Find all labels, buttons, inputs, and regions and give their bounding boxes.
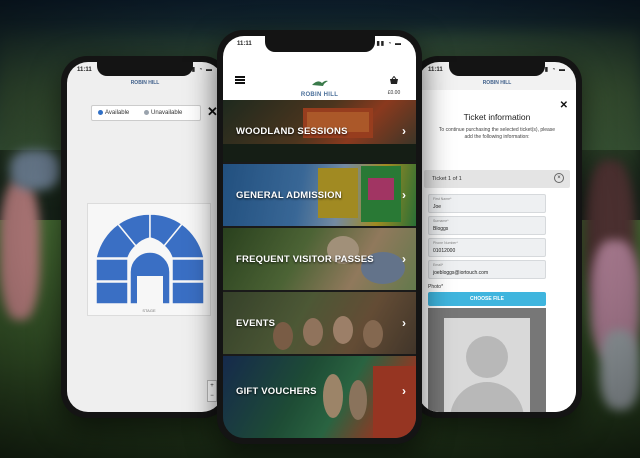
avatar-head-icon — [466, 336, 508, 378]
seat-section[interactable] — [171, 258, 205, 282]
menu-screen: 11:11 ▮▮ ◔ ▬ ROBIN HILL £0.00 WOODLAND S… — [223, 36, 416, 438]
surname-field[interactable]: Surname* Bloggs — [428, 216, 546, 235]
stage-area — [137, 276, 163, 304]
menu-item-label: GENERAL ADMISSION — [236, 190, 342, 201]
basket-button[interactable]: £0.00 — [382, 72, 406, 96]
avatar-body-icon — [450, 382, 524, 412]
bird-logo-icon — [311, 80, 328, 86]
brand-logo: ROBIN HILL — [472, 80, 522, 86]
chevron-right-icon: › — [402, 252, 406, 266]
phone-number-value: 01012000 — [433, 248, 456, 254]
status-time: 11:11 — [77, 67, 92, 73]
menu-item-events[interactable]: EVENTS › — [223, 292, 416, 354]
brand-logo[interactable]: ROBIN HILL — [290, 74, 350, 98]
unavailable-dot-icon — [144, 110, 149, 115]
app-header: ROBIN HILL £0.00 — [223, 52, 416, 100]
menu-item-label: WOODLAND SESSIONS — [236, 126, 348, 137]
chevron-right-icon: › — [402, 384, 406, 398]
brand-logo: ROBIN HILL — [120, 80, 170, 86]
menu-item-general-admission[interactable]: GENERAL ADMISSION › — [223, 164, 416, 226]
email-label: Email* — [433, 263, 444, 267]
phone-seating-plan: 11:11 ▮▮ ◔ ▬ ROBIN HILL Available Unavai… — [61, 56, 229, 418]
seat-map-svg — [95, 213, 205, 305]
surname-value: Bloggs — [433, 226, 449, 232]
seating-screen: 11:11 ▮▮ ◔ ▬ ROBIN HILL Available Unavai… — [67, 62, 223, 412]
chevron-right-icon: › — [402, 124, 406, 138]
photo-preview — [428, 308, 546, 412]
close-icon[interactable]: ✕ — [560, 100, 568, 111]
zoom-out-button[interactable]: − — [208, 391, 216, 401]
chevron-right-icon: › — [402, 188, 406, 202]
legend-unavailable: Unavailable — [144, 110, 182, 116]
zoom-control[interactable]: + − — [207, 380, 217, 402]
seat-legend: Available Unavailable — [91, 105, 201, 121]
menu-item-gift-vouchers[interactable]: GIFT VOUCHERS › — [223, 356, 416, 438]
phone-notch — [449, 62, 545, 76]
menu-item-frequent-visitor-passes[interactable]: FREQUENT VISITOR PASSES › — [223, 228, 416, 290]
seat-section[interactable] — [95, 258, 129, 282]
phone-main-menu: 11:11 ▮▮ ◔ ▬ ROBIN HILL £0.00 WOODLAND S… — [217, 30, 422, 444]
ticket-form: ✕ Ticket information To continue purchas… — [418, 90, 576, 412]
menu-icon[interactable] — [235, 76, 245, 84]
brand-logo-text: ROBIN HILL — [130, 80, 160, 86]
menu-item-label: EVENTS — [236, 318, 276, 329]
ticket-label: Ticket 1 of 1 — [432, 176, 462, 182]
form-title: Ticket information — [463, 112, 531, 122]
remove-ticket-icon[interactable]: × — [554, 173, 564, 183]
brand-name: ROBIN HILL — [300, 92, 339, 98]
zoom-in-button[interactable]: + — [208, 381, 216, 391]
phone-notch — [264, 36, 375, 52]
ticket-screen: 11:11 ▮▮ ◔ ▬ ROBIN HILL ✕ Ticket informa… — [418, 62, 576, 412]
email-value: joebloggs@iortouch.com — [433, 270, 489, 276]
basket-total: £0.00 — [387, 90, 401, 96]
phone-ticket-info: 11:11 ▮▮ ◔ ▬ ROBIN HILL ✕ Ticket informa… — [412, 56, 582, 418]
phone-notch — [97, 62, 193, 76]
menu-item-woodland-sessions[interactable]: WOODLAND SESSIONS › — [223, 100, 416, 162]
phone-number-label: Phone Number* — [433, 241, 458, 245]
seat-section[interactable] — [171, 281, 205, 305]
legend-unavailable-label: Unavailable — [151, 110, 183, 116]
legend-available: Available — [98, 110, 129, 116]
brand-logo-text: ROBIN HILL — [482, 80, 512, 86]
seat-section[interactable] — [95, 281, 129, 305]
email-field[interactable]: Email* joebloggs@iortouch.com — [428, 260, 546, 279]
first-name-value: Joe — [433, 204, 442, 210]
stage-label: STAGE — [142, 308, 156, 313]
form-description: To continue purchasing the selected tick… — [438, 127, 556, 140]
available-dot-icon — [98, 110, 103, 115]
photo-label: Photo* — [428, 284, 444, 290]
seat-map: STAGE — [87, 203, 211, 316]
menu-item-label: FREQUENT VISITOR PASSES — [236, 254, 374, 265]
ticket-selector[interactable]: Ticket 1 of 1 × — [424, 170, 570, 188]
first-name-label: First Name* — [433, 197, 452, 201]
chevron-right-icon: › — [402, 316, 406, 330]
first-name-field[interactable]: First Name* Joe — [428, 194, 546, 213]
basket-icon — [390, 75, 398, 84]
status-time: 11:11 — [428, 67, 443, 73]
surname-label: Surname* — [433, 219, 449, 223]
phone-number-field[interactable]: Phone Number* 01012000 — [428, 238, 546, 257]
signal-wifi-battery-icon: ▮▮ ◔ ▬ — [376, 41, 402, 47]
legend-available-label: Available — [105, 110, 130, 116]
avatar-placeholder — [444, 318, 530, 412]
status-time: 11:11 — [237, 41, 252, 47]
menu-item-label: GIFT VOUCHERS — [236, 386, 317, 397]
choose-file-button[interactable]: CHOOSE FILE — [428, 292, 546, 306]
